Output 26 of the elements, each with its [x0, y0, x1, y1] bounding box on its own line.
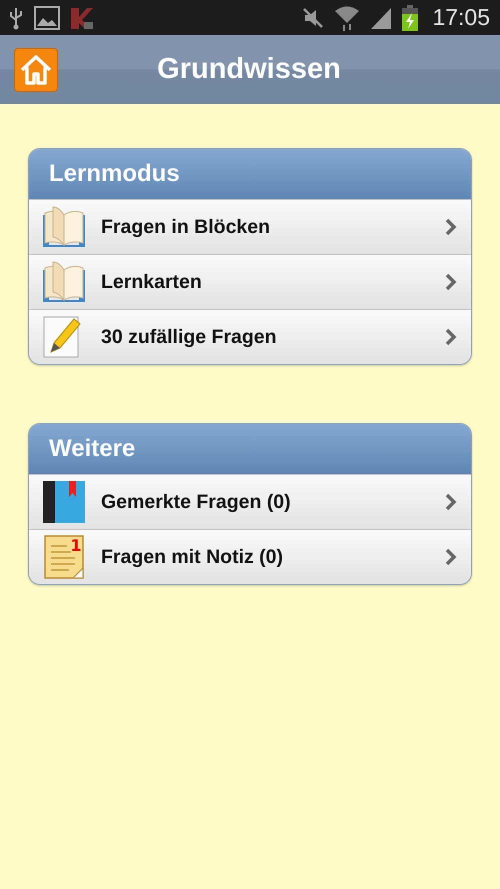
menu-item[interactable]: Lernkarten	[29, 254, 471, 309]
chevron-icon	[445, 328, 457, 346]
bookmark-book-icon	[42, 479, 86, 525]
chevron-icon	[445, 548, 457, 566]
menu-item[interactable]: 1 Fragen mit Notiz (0)	[29, 529, 471, 584]
signal-icon	[370, 6, 392, 28]
menu-item[interactable]: 30 zufällige Fragen	[29, 309, 471, 364]
usb-icon	[8, 6, 24, 30]
note-icon: 1	[43, 534, 85, 580]
image-icon	[34, 6, 60, 30]
book-icon	[41, 260, 87, 304]
menu-item[interactable]: Gemerkte Fragen (0)	[29, 474, 471, 529]
chevron-icon	[445, 218, 457, 236]
mute-icon	[302, 6, 324, 28]
status-time: 17:05	[432, 4, 490, 31]
wifi-icon	[334, 4, 360, 30]
chevron-icon	[445, 493, 457, 511]
home-icon	[19, 54, 53, 86]
menu-item[interactable]: Fragen in Blöcken	[29, 199, 471, 254]
chevron-icon	[445, 273, 457, 291]
section-title: Lernmodus	[49, 160, 180, 188]
home-button[interactable]	[14, 48, 58, 92]
battery-icon	[402, 4, 418, 30]
screen-title: Grundwissen	[157, 53, 341, 86]
book-icon	[41, 205, 87, 249]
section-title: Weitere	[49, 435, 136, 463]
